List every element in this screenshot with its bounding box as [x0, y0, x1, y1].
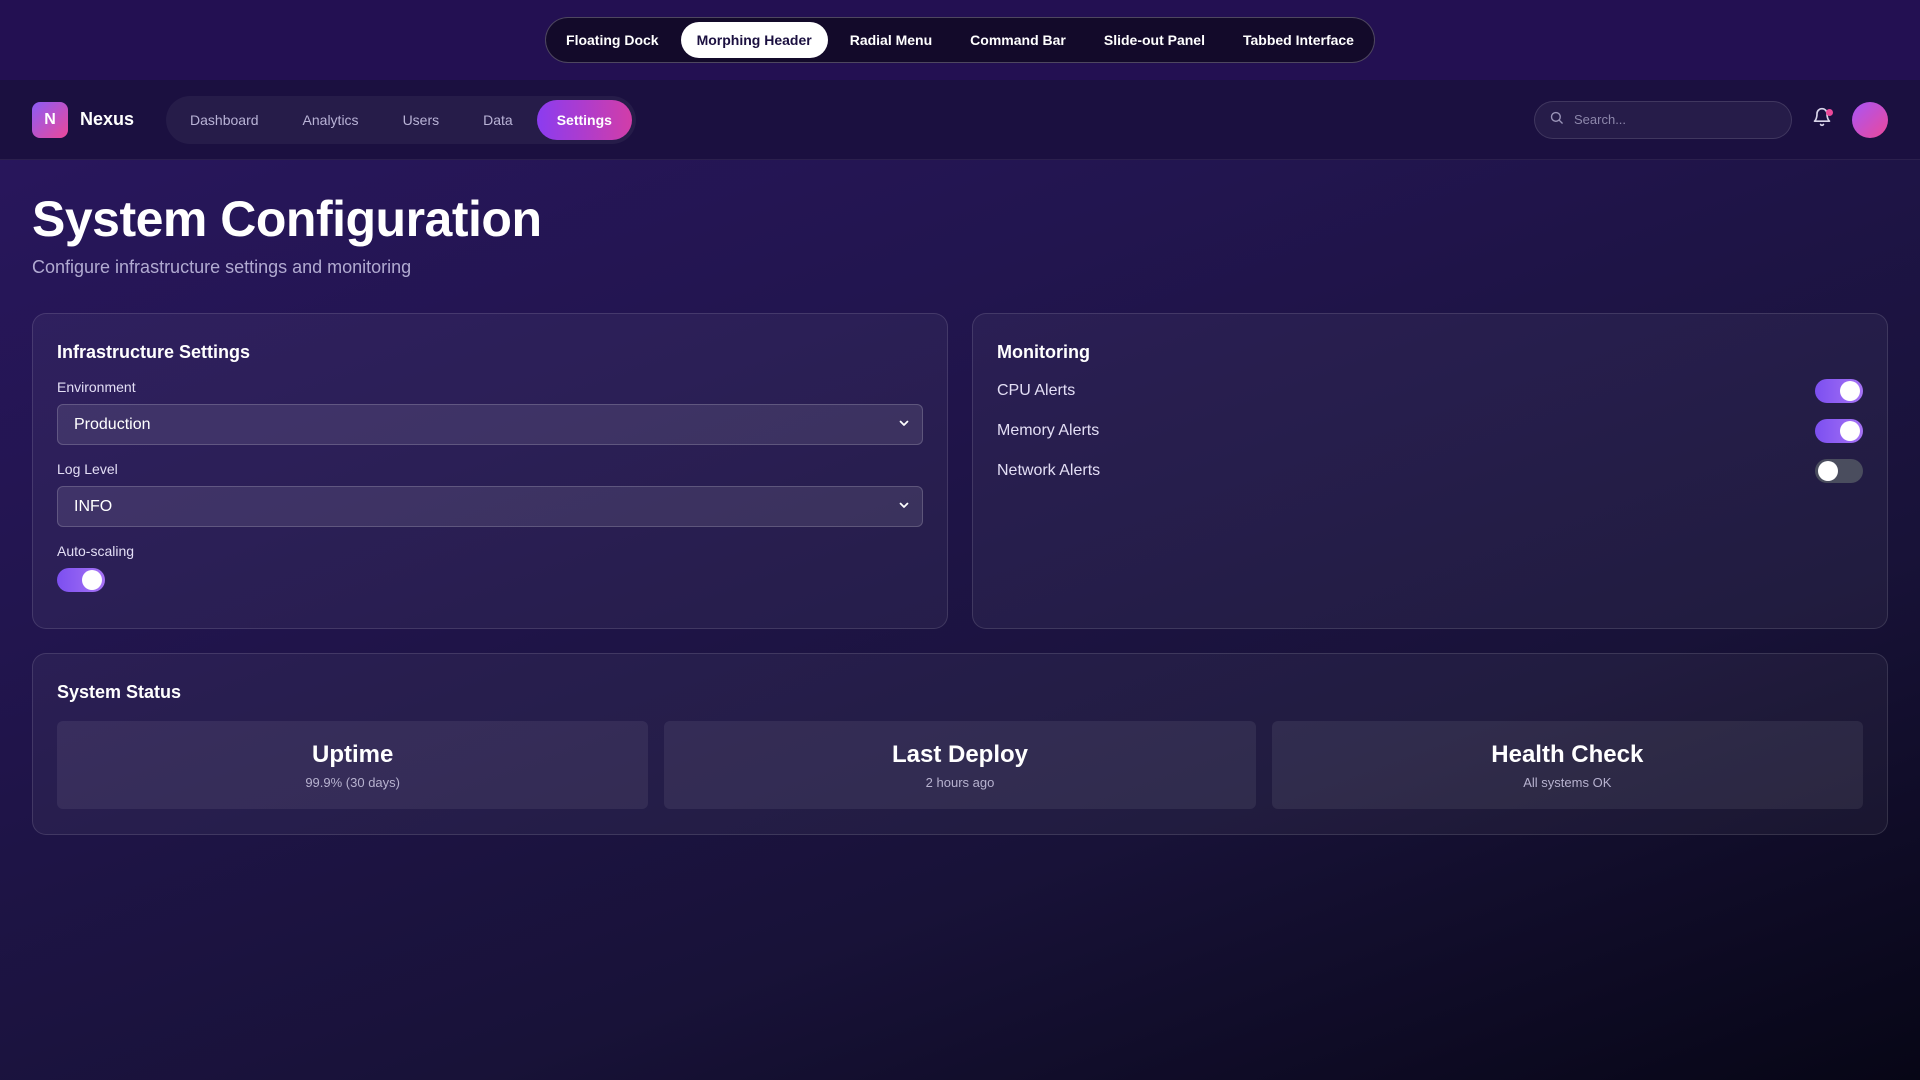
- log-level-value: INFO: [74, 497, 113, 515]
- app-header: N Nexus Dashboard Analytics Users Data S…: [0, 80, 1920, 160]
- cpu-alerts-toggle[interactable]: [1815, 379, 1863, 403]
- monitoring-label: Network Alerts: [997, 462, 1101, 479]
- card-title: System Status: [57, 682, 182, 702]
- nav-analytics[interactable]: Analytics: [283, 100, 379, 140]
- nav-users[interactable]: Users: [383, 100, 460, 140]
- header-actions: [1534, 100, 1888, 139]
- environment-label: Environment: [57, 379, 136, 395]
- toggle-knob: [82, 570, 102, 590]
- demo-tab-tabbed-interface[interactable]: Tabbed Interface: [1227, 22, 1370, 58]
- status-name: Uptime: [311, 740, 394, 768]
- status-name: Health Check: [1491, 740, 1644, 768]
- system-status-card: System Status Uptime 99.9% (30 days) Las…: [32, 653, 1888, 835]
- notifications-button[interactable]: [1810, 107, 1834, 132]
- status-tile-last-deploy: Last Deploy 2 hours ago: [664, 721, 1256, 809]
- monitoring-row-network: Network Alerts: [997, 459, 1863, 483]
- search-box[interactable]: [1534, 100, 1792, 139]
- demo-tab-floating-dock[interactable]: Floating Dock: [550, 22, 675, 58]
- page-title: System Configuration: [32, 191, 542, 247]
- demo-tab-radial-menu[interactable]: Radial Menu: [834, 22, 948, 58]
- brand-logo: N: [32, 101, 68, 138]
- demo-switcher-bar: Floating Dock Morphing Header Radial Men…: [0, 0, 1920, 80]
- nav-dashboard[interactable]: Dashboard: [170, 100, 279, 140]
- user-avatar[interactable]: [1852, 101, 1888, 138]
- autoscaling-toggle[interactable]: [57, 568, 105, 592]
- toggle-knob: [1840, 421, 1860, 441]
- monitoring-label: CPU Alerts: [997, 382, 1076, 399]
- card-title: Monitoring: [997, 342, 1090, 362]
- chevron-down-icon: [898, 498, 910, 516]
- brand[interactable]: N Nexus: [32, 101, 135, 138]
- notification-dot: [1826, 108, 1833, 116]
- nav-data[interactable]: Data: [463, 100, 533, 140]
- demo-tab-morphing-header[interactable]: Morphing Header: [680, 22, 828, 58]
- monitoring-row-cpu: CPU Alerts: [997, 379, 1863, 403]
- chevron-down-icon: [898, 416, 910, 434]
- environment-value: Production: [74, 415, 151, 433]
- log-level-select[interactable]: INFO: [57, 486, 923, 527]
- status-value: All systems OK: [1523, 774, 1612, 790]
- search-icon: [1549, 110, 1564, 130]
- toggle-knob: [1840, 381, 1860, 401]
- demo-tab-slide-out-panel[interactable]: Slide-out Panel: [1088, 22, 1221, 58]
- card-title: Infrastructure Settings: [57, 342, 251, 362]
- search-input[interactable]: [1574, 112, 1777, 127]
- monitoring-label: Memory Alerts: [997, 422, 1100, 439]
- status-name: Last Deploy: [891, 740, 1028, 768]
- memory-alerts-toggle[interactable]: [1815, 419, 1863, 443]
- nav-settings[interactable]: Settings: [536, 99, 632, 140]
- autoscaling-label: Auto-scaling: [57, 543, 135, 559]
- main-nav: Dashboard Analytics Users Data Settings: [166, 95, 636, 144]
- monitoring-card: Monitoring CPU Alerts Memory Alerts Netw…: [972, 313, 1888, 629]
- status-tile-uptime: Uptime 99.9% (30 days): [57, 721, 649, 809]
- demo-switcher: Floating Dock Morphing Header Radial Men…: [545, 17, 1375, 63]
- demo-tab-command-bar[interactable]: Command Bar: [954, 22, 1082, 58]
- page-subtitle: Configure infrastructure settings and mo…: [32, 257, 412, 277]
- monitoring-row-memory: Memory Alerts: [997, 419, 1863, 443]
- status-value: 2 hours ago: [925, 774, 995, 790]
- brand-name: Nexus: [80, 109, 135, 129]
- toggle-knob: [1818, 461, 1838, 481]
- network-alerts-toggle[interactable]: [1815, 459, 1863, 483]
- infrastructure-settings-card: Infrastructure Settings Environment Prod…: [32, 313, 948, 629]
- log-level-label: Log Level: [57, 461, 118, 477]
- status-value: 99.9% (30 days): [305, 774, 400, 790]
- status-tile-health-check: Health Check All systems OK: [1271, 721, 1863, 809]
- environment-select[interactable]: Production: [57, 404, 923, 445]
- status-grid: Uptime 99.9% (30 days) Last Deploy 2 hou…: [57, 721, 1863, 809]
